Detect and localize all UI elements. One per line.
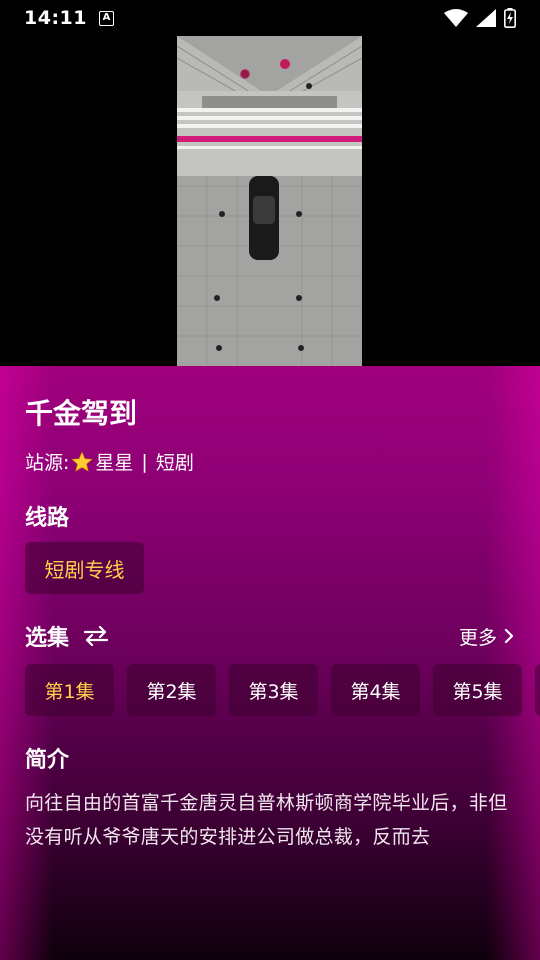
drama-title: 千金驾到 — [25, 397, 138, 430]
source-separator: | — [141, 450, 148, 473]
source-name: 星星 — [95, 452, 134, 474]
sort-swap-icon[interactable] — [83, 625, 109, 647]
status-bar: 14:11 A — [0, 0, 540, 36]
routes-label: 线路 — [25, 506, 70, 531]
video-player[interactable] — [0, 36, 540, 366]
episode-item[interactable]: 第4集 — [331, 664, 420, 716]
status-time: 14:11 — [24, 7, 87, 29]
video-thumbnail — [177, 36, 362, 366]
episodes-header: 选集 更多 — [25, 621, 515, 651]
video-frame[interactable] — [177, 36, 362, 366]
star-icon — [71, 450, 94, 472]
more-episodes-link[interactable]: 更多 — [459, 623, 515, 650]
source-category: 短剧 — [155, 452, 194, 474]
synopsis-label: 简介 — [25, 748, 70, 773]
episodes-label: 选集 — [25, 626, 70, 651]
episode-list: 第1集 第2集 第3集 第4集 第5集 — [25, 664, 540, 716]
notification-icon: A — [98, 10, 114, 26]
episode-item[interactable]: 第2集 — [127, 664, 216, 716]
source-line: 站源: 星星 | 短剧 — [25, 448, 194, 475]
episode-item-partial[interactable] — [535, 664, 540, 716]
route-chip[interactable]: 短剧专线 — [25, 542, 144, 594]
wifi-icon — [444, 9, 468, 27]
episode-item[interactable]: 第5集 — [433, 664, 522, 716]
details-panel: 千金驾到 站源: 星星 | 短剧 线路 短剧专线 选集 更多 第1集 第2集 第… — [0, 366, 540, 960]
battery-charging-icon — [504, 8, 516, 28]
status-icons — [444, 8, 516, 28]
source-prefix: 站源: — [25, 452, 70, 474]
episode-item[interactable]: 第1集 — [25, 664, 114, 716]
cellular-signal-icon — [476, 9, 496, 27]
more-label: 更多 — [458, 626, 497, 649]
synopsis-text: 向往自由的首富千金唐灵自普林斯顿商学院毕业后，非但没有听从爷爷唐天的安排进公司做… — [25, 792, 508, 848]
chevron-right-icon — [504, 628, 514, 644]
episode-item[interactable]: 第3集 — [229, 664, 318, 716]
